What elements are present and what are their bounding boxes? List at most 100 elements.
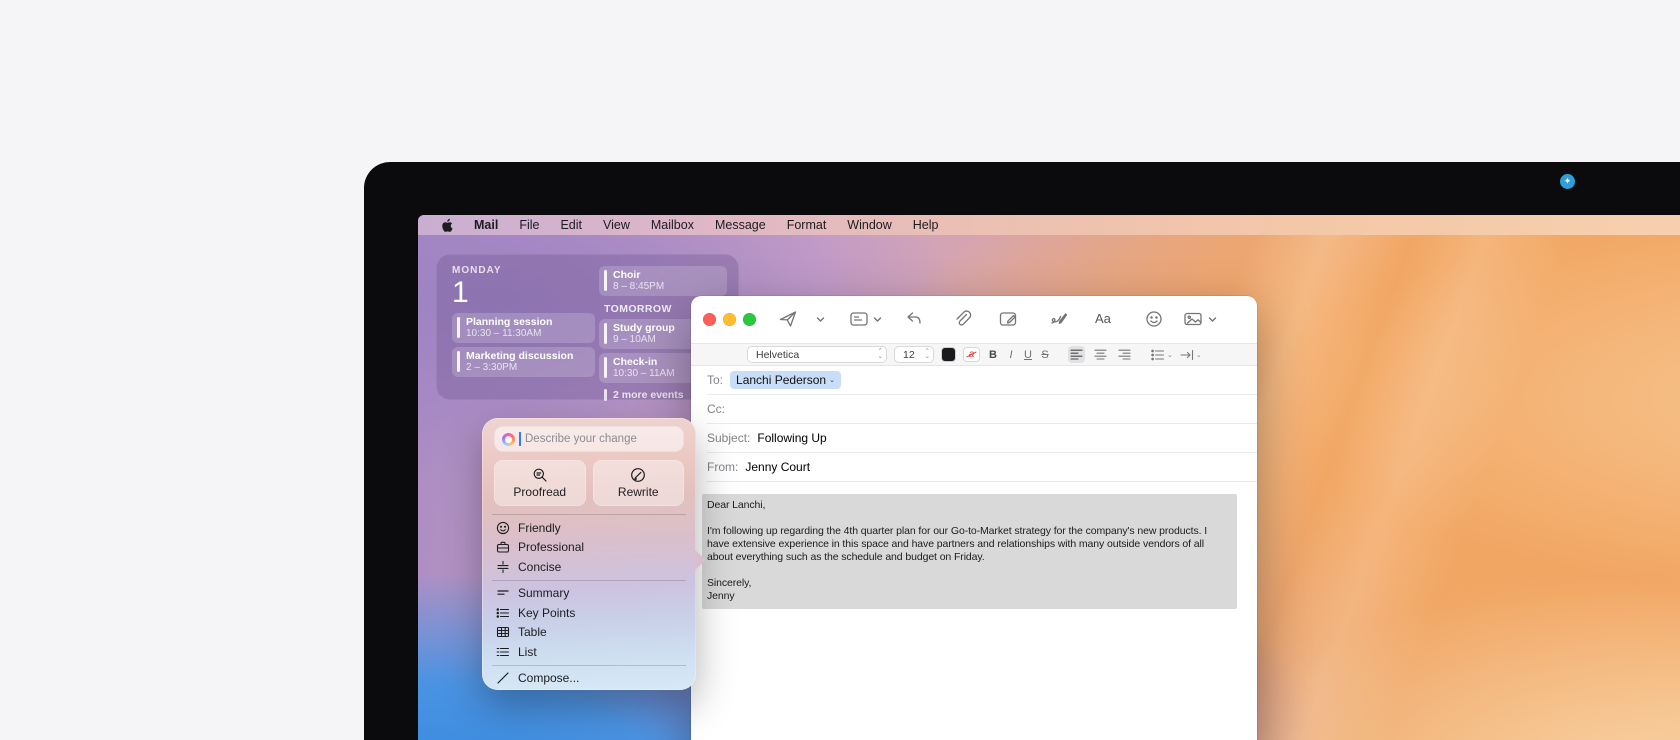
menu-item-file[interactable]: File [519,218,539,232]
apple-logo-icon[interactable] [440,218,453,233]
stepper-icon[interactable]: ⌃⌄ [919,350,930,359]
align-center-button[interactable] [1092,346,1109,363]
mail-compose-window: Aa Helvetica ⌃⌄ 12 ⌃⌄ a B I [691,296,1257,740]
menu-item-view[interactable]: View [603,218,630,232]
event-title: Study group [613,322,675,334]
event-time: 8 – 8:45PM [613,281,664,292]
event-time: 2 – 3:30PM [466,362,573,373]
photo-options-chevron-icon[interactable] [1207,314,1218,325]
key-points-label: Key Points [518,606,575,620]
event-color-bar [604,389,607,401]
event-time: 9 – 10AM [613,334,675,345]
table-label: Table [518,625,547,639]
calendar-event[interactable]: Planning session 10:30 – 11:30AM [452,313,595,343]
event-color-bar [604,323,607,344]
summary-icon [496,586,510,600]
text-color-swatch[interactable] [941,347,956,362]
cc-field[interactable]: Cc: [707,395,1257,424]
menu-item-message[interactable]: Message [715,218,766,232]
menu-item-compose[interactable]: Compose... [494,669,684,689]
compose-label: Compose... [518,671,579,685]
describe-change-input[interactable] [525,433,676,445]
cc-label: Cc: [707,402,725,416]
send-options-chevron-icon[interactable] [815,314,826,325]
signature-button[interactable] [1049,309,1069,329]
menu-bar: Mail File Edit View Mailbox Message Form… [418,215,1680,235]
font-family-select[interactable]: Helvetica ⌃⌄ [747,346,887,363]
describe-change-input-wrap[interactable] [494,426,684,452]
proofread-button[interactable]: Proofread [494,460,586,506]
event-color-bar [604,270,607,291]
indent-button[interactable]: ⌄ [1180,349,1202,361]
underline-button[interactable]: U [1023,349,1033,361]
menu-item-concise[interactable]: Concise [494,557,684,577]
calendar-event[interactable]: Choir 8 – 8:45PM [599,266,727,296]
event-title: Planning session [466,316,552,328]
strikethrough-button[interactable]: S [1040,349,1050,361]
highlight-color-button[interactable]: a [963,347,980,362]
recipient-chevron-icon[interactable]: ⌄ [829,376,835,384]
close-button[interactable] [703,313,716,326]
event-title: Check-in [613,356,675,368]
menu-item-list[interactable]: List [494,642,684,662]
compose-toolbar: Aa [691,296,1257,343]
selected-text-highlight[interactable]: Dear Lanchi, I'm following up regarding … [702,494,1237,609]
font-size-value: 12 [903,349,915,361]
apple-intelligence-icon [502,433,515,446]
zoom-button[interactable] [743,313,756,326]
compose-pencil-icon [496,671,510,685]
font-size-select[interactable]: 12 ⌃⌄ [894,346,934,363]
menu-item-key-points[interactable]: Key Points [494,603,684,623]
menu-item-window[interactable]: Window [847,218,891,232]
sparkle-icon[interactable]: ✦ [1560,174,1575,189]
menu-item-friendly[interactable]: Friendly [494,518,684,538]
desktop-screen: Mail File Edit View Mailbox Message Form… [418,215,1680,740]
italic-button[interactable]: I [1006,349,1016,361]
briefcase-icon [496,540,510,554]
menu-item-edit[interactable]: Edit [560,218,582,232]
header-fields-button[interactable] [849,309,869,329]
event-color-bar [457,317,460,338]
menu-item-table[interactable]: Table [494,623,684,643]
emoji-button[interactable] [1144,309,1164,329]
stepper-icon[interactable]: ⌃⌄ [872,350,883,359]
smiley-icon [496,521,510,535]
format-button[interactable]: Aa [1095,311,1119,331]
minimize-button[interactable] [723,313,736,326]
recipient-pill[interactable]: Lanchi Pederson ⌄ [730,371,841,389]
menu-item-mailbox[interactable]: Mailbox [651,218,694,232]
to-field[interactable]: To: Lanchi Pederson ⌄ [707,366,1257,395]
menu-item-summary[interactable]: Summary [494,584,684,604]
from-value: Jenny Court [745,460,810,474]
list-style-button[interactable]: ⌄ [1151,349,1173,361]
subject-value: Following Up [757,431,826,445]
menu-item-help[interactable]: Help [913,218,939,232]
list-label: List [518,645,537,659]
menu-item-format[interactable]: Format [787,218,827,232]
from-field[interactable]: From: Jenny Court [707,453,1257,482]
chevron-down-icon: ⌄ [1167,351,1173,359]
popover-arrow [695,550,706,570]
rewrite-button[interactable]: Rewrite [593,460,685,506]
more-events-label: 2 more events [613,389,684,401]
send-button[interactable] [778,309,798,329]
reply-arrow-button[interactable] [904,309,924,329]
menu-item-professional[interactable]: Professional [494,538,684,558]
calendar-event[interactable]: Marketing discussion 2 – 3:30PM [452,347,595,377]
calendar-day-number: 1 [452,277,595,309]
event-color-bar [457,351,460,372]
markup-button[interactable] [998,309,1018,329]
align-right-button[interactable] [1116,346,1133,363]
align-left-button[interactable] [1068,346,1085,363]
attach-button[interactable] [952,309,972,329]
bold-button[interactable]: B [987,349,999,361]
menu-item-mail[interactable]: Mail [474,218,498,232]
header-fields-chevron-icon[interactable] [872,314,883,325]
divider [492,514,686,515]
message-body[interactable]: Dear Lanchi, I'm following up regarding … [691,482,1257,609]
subject-field[interactable]: Subject: Following Up [707,424,1257,453]
rewrite-pencil-icon [630,467,646,483]
rewrite-label: Rewrite [618,485,659,499]
subject-label: Subject: [707,431,750,445]
photo-browser-button[interactable] [1183,309,1203,329]
